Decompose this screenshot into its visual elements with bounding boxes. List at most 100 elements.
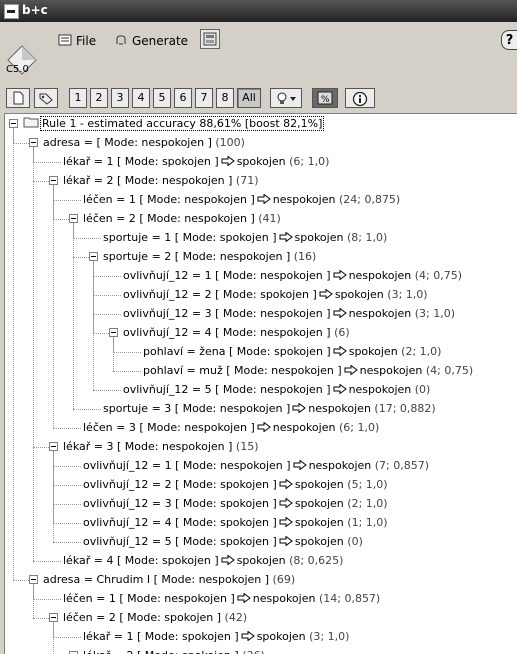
export-icon (203, 32, 217, 46)
file-menu-label: File (76, 34, 97, 48)
tree-connector (53, 466, 81, 467)
generate-menu[interactable]: Generate (114, 32, 188, 50)
prediction-label: spokojen (334, 288, 384, 301)
prediction-label: spokojen (236, 554, 286, 567)
collapse-toggle[interactable] (49, 442, 58, 451)
tree-leaf-row[interactable]: ovlivňují_12 = 5 [ Mode: nespokojen ] nes… (123, 381, 430, 399)
collapse-toggle[interactable] (49, 613, 58, 622)
export-button[interactable] (200, 29, 220, 49)
level-button-1[interactable]: 1 (69, 88, 87, 108)
collapse-toggle[interactable] (109, 328, 118, 337)
tree-node-row[interactable]: adresa = Chrudim I [ Mode: nespokojen ] … (43, 571, 295, 589)
tree-node-row[interactable]: léčen = 2 [ Mode: spokojen ] (42) (63, 609, 247, 627)
level-button-2[interactable]: 2 (90, 88, 108, 108)
prediction-label: nespokojen (272, 193, 336, 206)
help-button[interactable]: ? (501, 30, 517, 50)
level-button-4[interactable]: 4 (132, 88, 150, 108)
split-condition: lékař = 2 (83, 649, 133, 654)
support-confidence: (42) (224, 611, 248, 624)
mode-label: [ Mode: nespokojen ] (153, 573, 270, 586)
level-button-8[interactable]: 8 (216, 88, 234, 108)
tree-node-row[interactable]: lékař = 3 [ Mode: nespokojen ] (15) (63, 438, 259, 456)
tree-leaf-row[interactable]: ovlivňují_12 = 2 [ Mode: spokojen ] spoko… (123, 286, 428, 304)
collapse-all-button[interactable] (6, 88, 30, 108)
prediction-label: spokojen (236, 155, 286, 168)
show-percent-toggle[interactable]: % (312, 88, 338, 108)
tree-connector (33, 599, 61, 600)
tree-node-row[interactable]: adresa = [ Mode: nespokojen ] (100) (43, 134, 245, 152)
tree-leaf-row[interactable]: ovlivňují_12 = 5 [ Mode: spokojen ] spoko… (83, 533, 363, 551)
tree-leaf-row[interactable]: ovlivňují_12 = 3 [ Mode: spokojen ] spoko… (83, 495, 388, 513)
level-button-5[interactable]: 5 (153, 88, 171, 108)
arrow-right-icon (255, 191, 273, 209)
split-condition: léčen = 1 (63, 592, 116, 605)
mode-label: [ Mode: nespokojen ] (215, 269, 331, 282)
prediction-label: spokojen (348, 345, 398, 358)
level-button-7[interactable]: 7 (195, 88, 213, 108)
tree-leaf-row[interactable]: léčen = 1 [ Mode: nespokojen ] nespokojen… (83, 191, 400, 209)
file-menu-icon (58, 34, 72, 46)
tree-leaf-row[interactable]: pohlaví = muž [ Mode: nespokojen ] nespok… (143, 362, 473, 380)
tree-leaf-row[interactable]: ovlivňují_12 = 4 [ Mode: spokojen ] spoko… (83, 514, 388, 532)
support-confidence: (0) (414, 383, 431, 396)
prediction-label: nespokojen (348, 269, 412, 282)
rule-node[interactable]: Rule 1 - estimated accuracy 88,61% [boos… (23, 115, 325, 133)
support-confidence: (4; 0,75) (414, 269, 463, 282)
collapse-toggle[interactable] (49, 176, 58, 185)
mode-label: [ Mode: spokojen ] (119, 611, 222, 624)
split-condition: ovlivňují_12 = 5 (123, 383, 212, 396)
info-button[interactable] (345, 88, 375, 108)
collapse-toggle[interactable] (69, 214, 78, 223)
tree-connector (33, 162, 61, 163)
tree-leaf-row[interactable]: léčen = 1 [ Mode: nespokojen ] nespokojen… (63, 590, 380, 608)
window-app-icon (4, 4, 19, 19)
tree-leaf-row[interactable]: léčen = 3 [ Mode: nespokojen ] nespokojen… (83, 419, 379, 437)
tree-leaf-row[interactable]: ovlivňují_12 = 3 [ Mode: nespokojen ] nes… (123, 305, 455, 323)
split-condition: sportuje = 2 (103, 250, 172, 263)
level-button-3[interactable]: 3 (111, 88, 129, 108)
support-confidence: (41) (258, 212, 281, 225)
split-condition: lékař = 2 (63, 174, 114, 187)
collapse-toggle[interactable] (89, 252, 98, 261)
tree-connector (53, 219, 69, 220)
tag-icon (39, 93, 53, 105)
split-condition: ovlivňují_12 = 5 (83, 535, 172, 548)
tree-node-row[interactable]: ovlivňují_12 = 4 [ Mode: nespokojen ] (6… (123, 324, 350, 342)
tree-node-row[interactable]: lékař = 2 [ Mode: nespokojen ] (71) (63, 172, 259, 190)
tree-leaf-row[interactable]: sportuje = 3 [ Mode: nespokojen ] nespoko… (103, 400, 436, 418)
tree-leaf-row[interactable]: lékař = 1 [ Mode: spokojen ] spokojen (3;… (83, 628, 349, 646)
file-menu[interactable]: File (58, 32, 96, 50)
mode-label: [ Mode: spokojen ] (116, 554, 219, 567)
tree-connector (93, 314, 121, 315)
support-confidence: (0) (347, 535, 363, 548)
support-confidence: (3; 1,0) (414, 307, 456, 320)
level-button-all[interactable]: All (237, 88, 261, 108)
collapse-toggle[interactable] (29, 575, 38, 584)
mode-label: [ Mode: nespokojen ] (215, 326, 331, 339)
rule-tree-view[interactable]: Rule 1 - estimated accuracy 88,61% [boos… (4, 113, 517, 654)
support-confidence: (71) (235, 174, 259, 187)
support-confidence: (6; 1,0) (289, 155, 330, 168)
tree-leaf-row[interactable]: ovlivňují_12 = 1 [ Mode: nespokojen ] nes… (83, 457, 429, 475)
mode-label: [ Mode: nespokojen ] (139, 421, 255, 434)
tree-leaf-row[interactable]: lékař = 1 [ Mode: spokojen ] spokojen (6;… (63, 153, 329, 171)
tree-leaf-row[interactable]: lékař = 4 [ Mode: spokojen ] spokojen (8;… (63, 552, 343, 570)
level-button-6[interactable]: 6 (174, 88, 192, 108)
tree-leaf-row[interactable]: ovlivňují_12 = 2 [ Mode: spokojen ] spoko… (83, 476, 388, 494)
support-confidence: (8; 1,0) (346, 231, 388, 244)
split-condition: adresa = (43, 136, 97, 149)
tree-leaf-row[interactable]: pohlaví = žena [ Mode: spokojen ] spokoje… (143, 343, 441, 361)
display-options-button[interactable] (270, 88, 302, 108)
expand-all-button[interactable] (34, 88, 58, 108)
tree-node-row[interactable]: léčen = 2 [ Mode: nespokojen ] (41) (83, 210, 281, 228)
split-condition: lékař = 4 (63, 554, 114, 567)
tree-node-row[interactable]: sportuje = 2 [ Mode: nespokojen ] (16) (103, 248, 316, 266)
collapse-toggle[interactable] (9, 119, 18, 128)
split-condition: pohlaví = žena (143, 345, 226, 358)
collapse-toggle[interactable] (29, 138, 38, 147)
split-condition: ovlivňují_12 = 4 (123, 326, 212, 339)
percent-icon: % (317, 91, 333, 105)
tree-leaf-row[interactable]: ovlivňují_12 = 1 [ Mode: nespokojen ] nes… (123, 267, 462, 285)
tree-connector (73, 409, 101, 410)
tree-leaf-row[interactable]: sportuje = 1 [ Mode: spokojen ] spokojen … (103, 229, 387, 247)
